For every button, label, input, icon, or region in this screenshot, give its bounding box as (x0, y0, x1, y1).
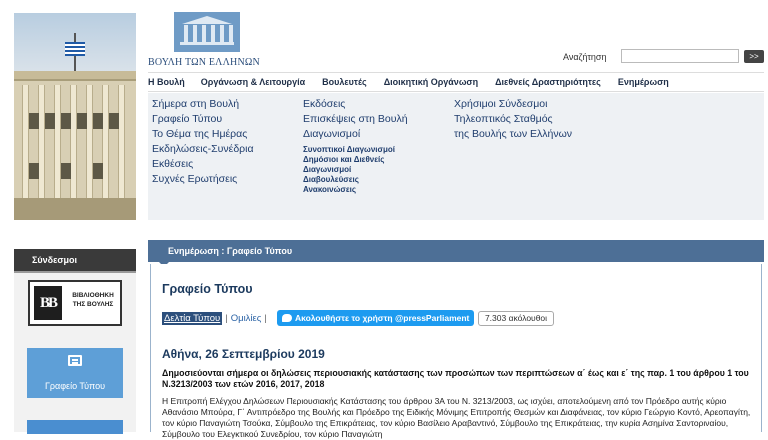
page-title: Γραφείο Τύπου (162, 282, 253, 296)
main-navigation: Η Βουλή Οργάνωση & Λειτουργία Βουλευτές … (148, 72, 764, 92)
menu-link[interactable]: Εκθέσεις (152, 157, 254, 172)
menu-link[interactable]: Σήμερα στη Βουλή (152, 97, 254, 112)
menu-link[interactable]: Τηλεοπτικός Σταθμός (454, 112, 572, 127)
press-office-link[interactable]: Γραφείο Τύπου (27, 348, 123, 398)
library-logo-icon: BB (34, 286, 62, 320)
site-logo[interactable]: ΒΟΥΛΗ ΤΩΝ ΕΛΛΗΝΩΝ (148, 12, 266, 72)
nav-item-vouli[interactable]: Η Βουλή (148, 77, 185, 87)
article-date: Αθήνα, 26 Σεπτεμβρίου 2019 (162, 347, 325, 361)
search-button[interactable]: >> (744, 50, 764, 63)
search-label: Αναζήτηση (563, 52, 607, 62)
twitter-follow-button[interactable]: Ακολουθήστε το χρήστη @pressParliament (277, 310, 474, 326)
menu-sublink[interactable]: Δημόσιοι και Διεθνείς (303, 155, 408, 165)
menu-link[interactable]: Χρήσιμοι Σύνδεσμοι (454, 97, 572, 112)
tab-press-releases[interactable]: Δελτία Τύπου (162, 311, 223, 325)
search-input[interactable] (621, 49, 739, 63)
press-tabs: Δελτία Τύπου | Ομιλίες | (162, 311, 270, 325)
twitter-bird-icon (282, 314, 292, 322)
nav-item-enimerosi[interactable]: Ενημέρωση (618, 77, 669, 87)
twitter-follow-label: Ακολουθήστε το χρήστη @pressParliament (295, 313, 470, 323)
nav-item-organosi[interactable]: Οργάνωση & Λειτουργία (201, 77, 305, 87)
library-label-line2: ΤΗΣ ΒΟΥΛΗΣ (72, 301, 114, 308)
menu-sublink[interactable]: Ανακοινώσεις (303, 185, 408, 195)
parliament-building-photo (14, 13, 136, 220)
nav-item-dioikitiki[interactable]: Διοικητική Οργάνωση (384, 77, 478, 87)
menu-link[interactable]: Επισκέψεις στη Βουλή (303, 112, 408, 127)
tab-speeches[interactable]: Ομιλίες (231, 313, 262, 324)
article-body: Η Επιτροπή Ελέγχου Δηλώσεων Περιουσιακής… (162, 396, 751, 439)
greek-flag-icon (65, 42, 85, 56)
menu-link[interactable]: Το Θέμα της Ημέρας (152, 127, 254, 142)
menu-sublink[interactable]: Συνοπτικοί Διαγωνισμοί (303, 145, 408, 155)
press-office-label: Γραφείο Τύπου (44, 381, 106, 391)
menu-link[interactable]: της Βουλής των Ελλήνων (454, 127, 572, 142)
library-link[interactable]: BB ΒΙΒΛΙΟΘΗΚΗ ΤΗΣ ΒΟΥΛΗΣ (28, 280, 122, 326)
menu-link[interactable]: Συχνές Ερωτήσεις (152, 172, 254, 187)
parliament-logo-icon (174, 12, 240, 52)
menu-link[interactable]: Διαγωνισμοί (303, 127, 408, 142)
twitter-follower-count[interactable]: 7.303 ακόλουθοι (478, 311, 554, 326)
menu-sublink[interactable]: Διαβουλεύσεις (303, 175, 408, 185)
sidebar-title: Σύνδεσμοι (14, 249, 136, 273)
breadcrumb: Ενημέρωση : Γραφείο Τύπου (148, 240, 764, 262)
nav-item-vouleftes[interactable]: Βουλευτές (322, 77, 367, 87)
tab-separator: | (225, 312, 228, 324)
nav-item-diethneis[interactable]: Διεθνείς Δραστηριότητες (495, 77, 601, 87)
library-label-line1: ΒΙΒΛΙΟΘΗΚΗ (72, 292, 114, 299)
article-headline[interactable]: Δημοσιεύονται σήμερα οι δηλώσεις περιουσ… (162, 368, 752, 390)
menu-link[interactable]: Γραφείο Τύπου (152, 112, 254, 127)
menu-link[interactable]: Εκδόσεις (303, 97, 408, 112)
menu-link[interactable]: Εκδηλώσεις-Συνέδρια (152, 142, 254, 157)
tab-separator: | (264, 312, 267, 324)
newspaper-icon (68, 355, 82, 366)
menu-sublink[interactable]: Διαγωνισμοί (303, 165, 408, 175)
logo-text: ΒΟΥΛΗ ΤΩΝ ΕΛΛΗΝΩΝ (148, 57, 260, 68)
mega-menu: Σήμερα στη Βουλή Γραφείο Τύπου Το Θέμα τ… (148, 93, 764, 220)
